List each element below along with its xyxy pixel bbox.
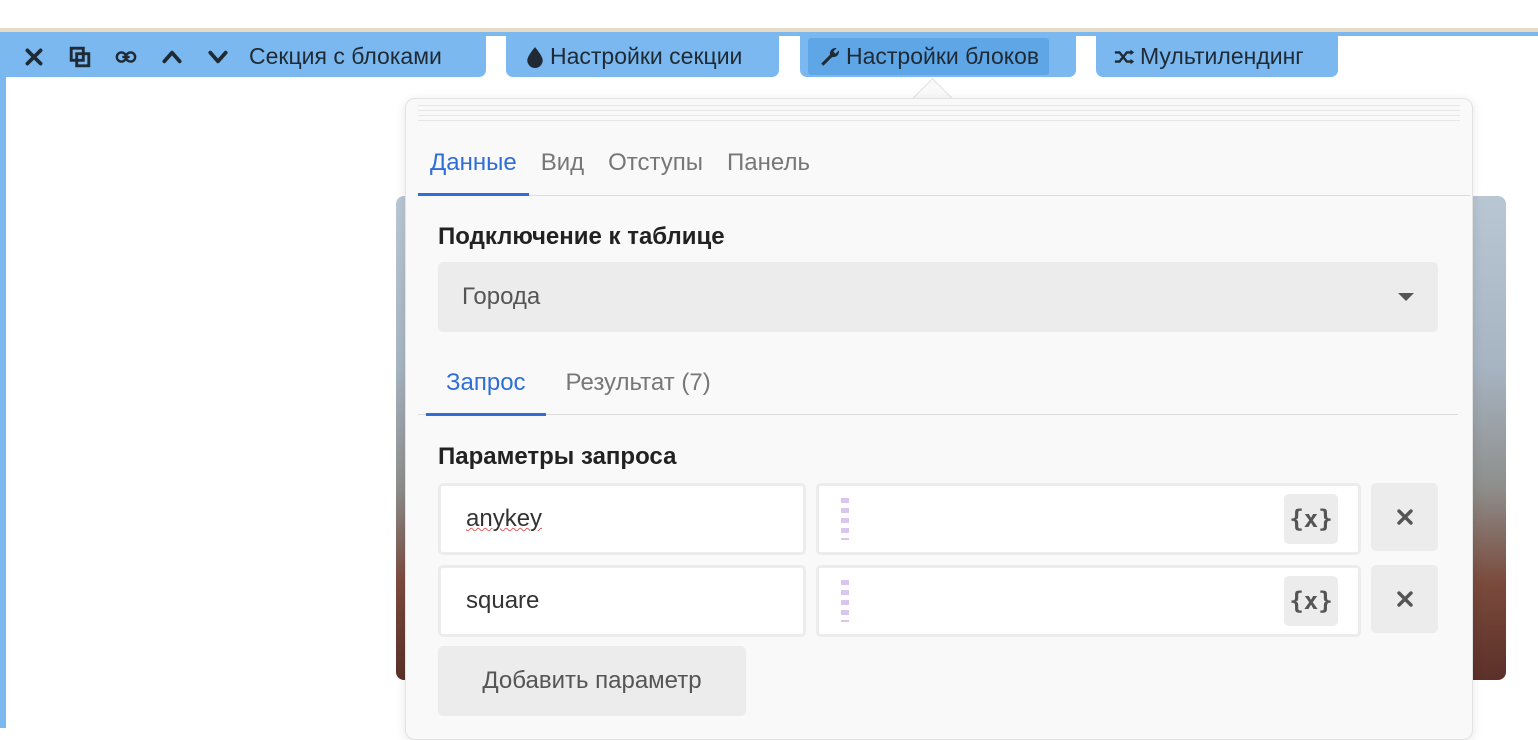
block-settings-label: Настройки блоков bbox=[846, 43, 1040, 69]
top-area bbox=[0, 0, 1538, 28]
close-icon[interactable] bbox=[11, 36, 57, 77]
section-settings-button[interactable]: Настройки секции bbox=[506, 36, 779, 77]
query-params-title: Параметры запроса bbox=[438, 443, 677, 470]
shuffle-icon bbox=[1110, 36, 1140, 77]
tab-panel[interactable]: Панель bbox=[715, 139, 822, 185]
param-key-text: anykey bbox=[466, 505, 543, 532]
query-tabs: Запрос Результат (7) bbox=[418, 355, 1458, 416]
remove-param-button[interactable] bbox=[1371, 565, 1438, 633]
section-label: Секция с блоками bbox=[249, 43, 442, 69]
param-key-text: square bbox=[466, 587, 540, 614]
section-outline-left bbox=[0, 36, 6, 728]
block-settings-button[interactable]: Настройки блоков bbox=[808, 36, 1050, 77]
tab-query[interactable]: Запрос bbox=[426, 355, 546, 416]
param-value-input[interactable]: {x} bbox=[816, 565, 1361, 637]
block-settings-panel: Данные Вид Отступы Панель Подключение к … bbox=[405, 98, 1473, 740]
variable-button[interactable]: {x} bbox=[1284, 576, 1338, 626]
panel-tabs: Данные Вид Отступы Панель bbox=[418, 139, 1470, 196]
panel-drag-handle[interactable] bbox=[418, 105, 1460, 125]
add-param-button[interactable]: Добавить параметр bbox=[438, 646, 746, 716]
chevron-up-icon[interactable] bbox=[149, 36, 195, 77]
chevron-down-icon[interactable] bbox=[195, 36, 241, 77]
param-key-input[interactable]: square bbox=[438, 565, 806, 637]
param-value-input[interactable]: {x} bbox=[816, 483, 1361, 555]
tab-data[interactable]: Данные bbox=[418, 139, 529, 196]
table-select-value: Города bbox=[462, 283, 541, 310]
link-icon[interactable] bbox=[103, 36, 149, 77]
param-row: square {x} bbox=[438, 565, 1438, 637]
close-icon bbox=[1396, 591, 1413, 607]
variable-button[interactable]: {x} bbox=[1284, 494, 1338, 544]
table-connection-title: Подключение к таблице bbox=[438, 223, 725, 250]
drag-dots-icon bbox=[841, 498, 849, 540]
drag-dots-icon bbox=[841, 580, 849, 622]
table-select[interactable]: Города bbox=[438, 262, 1438, 332]
tab-result[interactable]: Результат (7) bbox=[546, 355, 731, 415]
copy-icon[interactable] bbox=[57, 36, 103, 77]
block-settings-group: Настройки блоков bbox=[800, 36, 1076, 77]
param-row: anykey {x} bbox=[438, 483, 1438, 555]
section-toolbar: Секция с блоками bbox=[0, 36, 486, 77]
multilanding-label: Мультилендинг bbox=[1140, 43, 1304, 69]
close-icon bbox=[1396, 509, 1413, 525]
drop-icon bbox=[520, 36, 550, 77]
param-key-input[interactable]: anykey bbox=[438, 483, 806, 555]
remove-param-button[interactable] bbox=[1371, 483, 1438, 551]
wrench-icon bbox=[814, 36, 846, 77]
caret-down-icon bbox=[1398, 293, 1414, 301]
section-settings-label: Настройки секции bbox=[550, 43, 743, 69]
tab-margins[interactable]: Отступы bbox=[596, 139, 715, 185]
multilanding-button[interactable]: Мультилендинг bbox=[1096, 36, 1338, 77]
tab-view[interactable]: Вид bbox=[529, 139, 596, 185]
